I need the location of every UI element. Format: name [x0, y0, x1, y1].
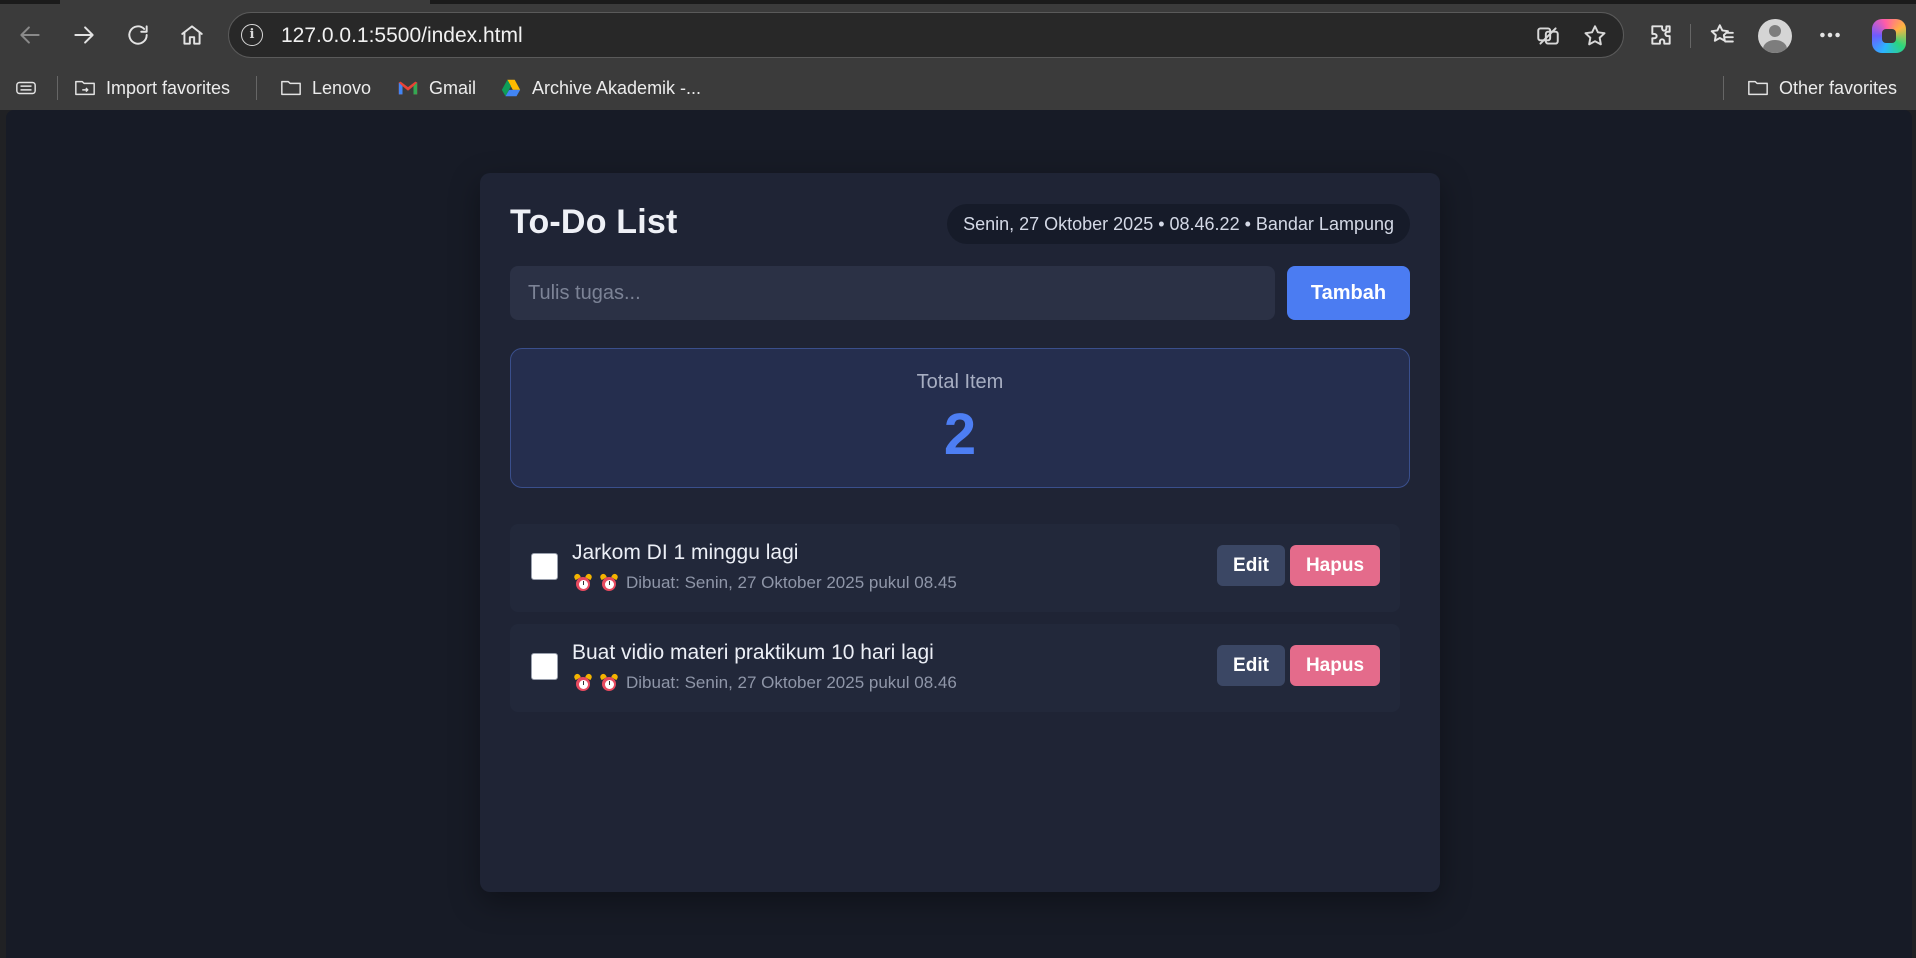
todo-checkbox[interactable]: [531, 653, 558, 680]
folder-icon: [1748, 80, 1768, 96]
bookmark-label: Lenovo: [312, 77, 372, 98]
bookmark-lenovo[interactable]: Lenovo: [279, 74, 371, 102]
puzzle-icon: [1651, 25, 1671, 45]
tab-actions-button[interactable]: [14, 74, 38, 102]
delete-button[interactable]: Hapus: [1290, 545, 1380, 586]
delete-button[interactable]: Hapus: [1290, 645, 1380, 686]
site-info-icon[interactable]: i: [241, 24, 263, 46]
todo-item: Buat vidio materi praktikum 10 hari lagi…: [510, 624, 1400, 712]
avatar-body-icon: [1763, 40, 1787, 53]
profile-avatar[interactable]: [1758, 19, 1792, 53]
bookmarks-bar: Import favorites Lenovo Gmail Archive Ak…: [0, 66, 1916, 110]
bookmark-label: Import favorites: [106, 77, 231, 98]
more-dots-icon: [1820, 32, 1840, 38]
alarm-clock-icon: [599, 572, 619, 592]
bookmarks-divider: [57, 76, 58, 100]
more-menu-button[interactable]: [1813, 18, 1847, 52]
bookmark-label: Other favorites: [1779, 77, 1898, 98]
todo-checkbox[interactable]: [531, 553, 558, 580]
bookmark-gmail[interactable]: Gmail: [396, 74, 476, 102]
add-task-button[interactable]: Tambah: [1287, 266, 1410, 320]
tab-actions-icon: [16, 81, 36, 95]
url-text[interactable]: 127.0.0.1:5500/index.html: [281, 24, 523, 48]
page-title: To-Do List: [510, 203, 678, 241]
todo-card: To-Do List Senin, 27 Oktober 2025 • 08.4…: [480, 173, 1440, 892]
reload-button[interactable]: [120, 17, 156, 53]
gmail-icon: [398, 81, 418, 95]
bookmark-archive-akademik[interactable]: Archive Akademik -...: [499, 74, 701, 102]
todo-created-text: Dibuat: Senin, 27 Oktober 2025 pukul 08.…: [626, 573, 957, 592]
todo-item: Jarkom DI 1 minggu lagi Dibuat: Senin, 2…: [510, 524, 1400, 612]
back-button[interactable]: [12, 17, 48, 53]
total-items-box: Total Item 2: [510, 348, 1410, 488]
alarm-clock-icon: [573, 672, 593, 692]
bookmark-label: Archive Akademik -...: [532, 77, 702, 98]
home-icon: [181, 25, 203, 45]
star-icon[interactable]: [1582, 23, 1608, 49]
extensions-button[interactable]: [1644, 18, 1678, 52]
home-button[interactable]: [174, 17, 210, 53]
alarm-clock-icon: [573, 572, 593, 592]
reload-icon: [128, 25, 148, 45]
edit-button[interactable]: Edit: [1217, 645, 1285, 686]
favorites-star-icon: [1710, 24, 1734, 43]
browser-toolbar: i 127.0.0.1:5500/index.html: [0, 4, 1916, 66]
toolbar-divider: [1690, 24, 1691, 48]
bookmark-import-favorites[interactable]: Import favorites: [73, 74, 230, 102]
total-label: Total Item: [916, 371, 1004, 393]
bookmarks-divider: [1723, 76, 1724, 100]
favorites-button[interactable]: [1705, 18, 1739, 52]
todo-meta: Dibuat: Senin, 27 Oktober 2025 pukul 08.…: [573, 572, 957, 593]
bookmark-other-favorites[interactable]: Other favorites: [1746, 74, 1897, 102]
avatar-head-icon: [1769, 25, 1781, 37]
bookmarks-divider: [256, 76, 257, 100]
alarm-clock-icon: [599, 672, 619, 692]
todo-title: Buat vidio materi praktikum 10 hari lagi: [572, 641, 934, 664]
copilot-icon[interactable]: [1872, 19, 1906, 53]
todo-title: Jarkom DI 1 minggu lagi: [572, 541, 799, 564]
todo-created-text: Dibuat: Senin, 27 Oktober 2025 pukul 08.…: [626, 673, 957, 692]
task-input[interactable]: [510, 266, 1275, 320]
total-value: 2: [943, 402, 977, 467]
google-drive-icon: [501, 79, 521, 97]
bookmark-label: Gmail: [429, 77, 477, 98]
arrow-right-icon: [74, 26, 94, 44]
page-viewport: To-Do List Senin, 27 Oktober 2025 • 08.4…: [6, 110, 1912, 958]
todo-meta: Dibuat: Senin, 27 Oktober 2025 pukul 08.…: [573, 672, 957, 693]
import-folder-icon: [75, 80, 95, 96]
forward-button[interactable]: [66, 17, 102, 53]
datetime-badge: Senin, 27 Oktober 2025 • 08.46.22 • Band…: [947, 204, 1410, 244]
tracking-prevention-icon[interactable]: [1535, 23, 1561, 49]
address-bar[interactable]: i 127.0.0.1:5500/index.html: [228, 12, 1624, 58]
edit-button[interactable]: Edit: [1217, 545, 1285, 586]
folder-icon: [281, 80, 301, 96]
arrow-left-icon: [20, 26, 40, 44]
